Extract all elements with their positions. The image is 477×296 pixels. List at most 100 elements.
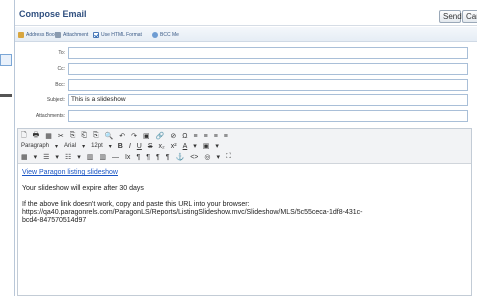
fullscreen-icon[interactable]: ⛶ [226, 153, 231, 161]
dialog-titlebar: Compose Email Send Cancel [15, 0, 477, 26]
paperclip-icon [55, 32, 61, 38]
align-left-icon[interactable]: ≡ [194, 133, 198, 140]
attachment-button[interactable]: Attachment [55, 31, 88, 39]
find-icon[interactable]: 🔍 [105, 132, 114, 140]
address-book-icon [18, 32, 24, 38]
slideshow-url-line-1: https://qa40.paragonrels.com/ParagonLS/R… [22, 209, 363, 216]
show-blocks-icon[interactable]: ¶ [156, 154, 160, 161]
cc-field[interactable] [68, 63, 468, 75]
justify-icon[interactable]: ≡ [224, 133, 228, 140]
bcc-me-icon [152, 32, 158, 38]
to-field[interactable] [68, 47, 468, 59]
font-size-select[interactable]: 12pt [91, 143, 103, 149]
anchor-icon[interactable]: ⚓ [176, 153, 185, 161]
address-book-label: Address Book [26, 32, 58, 38]
subject-row: Subject: This is a slideshow [15, 94, 477, 106]
cut-icon[interactable]: ✂ [58, 132, 64, 140]
superscript-icon[interactable]: x² [171, 143, 177, 150]
unlink-icon[interactable]: ⊘ [170, 132, 176, 140]
align-center-icon[interactable]: ≡ [204, 133, 208, 140]
background-divider [0, 94, 12, 97]
emoticon-dropdown-icon[interactable]: ▾ [217, 153, 221, 161]
indent-icon[interactable]: ▥ [99, 153, 106, 161]
dialog-title: Compose Email [19, 9, 87, 19]
text-color-dropdown-icon[interactable]: ▾ [193, 142, 197, 150]
preview-icon[interactable]: ▦ [45, 132, 52, 140]
clear-formatting-icon[interactable]: Ix [125, 154, 130, 161]
slideshow-link[interactable]: View Paragon listing slideshow [22, 169, 118, 176]
numbered-list-icon[interactable]: ☷ [65, 153, 71, 161]
toolbar-row-1: 🗋 🖶 ▦ ✂ ⎘ ⎗ ⎘ 🔍 ↶ ↷ ▣ 🔗 ⊘ Ω ≡ ≡ ≡ ≡ [21, 131, 234, 141]
editor-body[interactable]: View Paragon listing slideshow Your slid… [22, 169, 467, 225]
bold-icon[interactable]: B [118, 143, 123, 150]
strikethrough-icon[interactable]: S [148, 143, 153, 150]
slideshow-url-line-2: bcd4-847570514d97 [22, 217, 87, 224]
bullet-list-icon[interactable]: ☰ [43, 153, 49, 161]
source-code-icon[interactable]: <> [190, 154, 198, 161]
outdent-icon[interactable]: ▥ [87, 153, 94, 161]
options-bar: Address Book Attachment Use HTML Format … [15, 27, 477, 42]
toolbar-row-3: ▦ ▾ ☰ ▾ ☷ ▾ ▥ ▥ — Ix ¶ ¶ ¶ ¶ ⚓ <> ◎ ▾ ⛶ [21, 152, 237, 162]
bullet-list-dropdown-icon[interactable]: ▾ [55, 153, 59, 161]
paste-icon[interactable]: ⎗ [81, 132, 87, 140]
paragraph-select[interactable]: Paragraph [21, 143, 49, 149]
bcc-me-button[interactable]: BCC Me [152, 31, 179, 39]
attachments-label: Attachments: [35, 113, 65, 119]
toolbar-row-2: Paragraph ▾ Arial ▾ 12pt ▾ B I U S x₂ x²… [21, 141, 225, 151]
image-icon[interactable]: ▣ [143, 132, 150, 140]
cc-row: Cc: [15, 63, 477, 75]
horizontal-rule-icon[interactable]: — [112, 154, 119, 161]
subscript-icon[interactable]: x₂ [159, 143, 165, 150]
paragraph-dropdown-icon[interactable]: ▾ [55, 143, 58, 150]
background-page [0, 0, 14, 296]
link-icon[interactable]: 🔗 [156, 132, 165, 140]
highlight-color-icon[interactable]: ▣ [203, 142, 210, 150]
bcc-field[interactable] [68, 79, 468, 91]
undo-icon[interactable]: ↶ [119, 132, 125, 140]
table-icon[interactable]: ▦ [21, 153, 28, 161]
expire-notice: Your slideshow will expire after 30 days [22, 185, 144, 192]
html-format-checkbox[interactable]: Use HTML Format [93, 31, 142, 39]
cancel-button[interactable]: Cancel [462, 10, 477, 23]
attachments-row: Attachments: [15, 110, 477, 122]
copy-icon[interactable]: ⎘ [70, 132, 76, 140]
compose-email-dialog: Compose Email Send Cancel Address Book A… [14, 0, 477, 296]
to-row: To: [15, 47, 477, 59]
highlight-dropdown-icon[interactable]: ▾ [215, 142, 219, 150]
paragraph-rtl-icon[interactable]: ¶ [146, 154, 150, 161]
redo-icon[interactable]: ↷ [131, 132, 137, 140]
text-color-icon[interactable]: A [183, 143, 188, 150]
emoticon-icon[interactable]: ◎ [204, 153, 210, 161]
html-format-label: Use HTML Format [101, 32, 142, 38]
subject-label: Subject: [46, 97, 65, 103]
italic-icon[interactable]: I [129, 143, 131, 150]
send-button[interactable]: Send [439, 10, 462, 23]
address-book-button[interactable]: Address Book [18, 31, 57, 39]
font-size-dropdown-icon[interactable]: ▾ [109, 143, 112, 150]
to-label: To: [58, 50, 65, 56]
print-icon[interactable]: 🖶 [33, 131, 40, 142]
font-select[interactable]: Arial [64, 143, 76, 149]
rich-text-editor: 🗋 🖶 ▦ ✂ ⎘ ⎗ ⎘ 🔍 ↶ ↷ ▣ 🔗 ⊘ Ω ≡ ≡ ≡ ≡ Para… [17, 128, 472, 296]
attachments-field[interactable] [68, 110, 468, 122]
instruction-text: If the above link doesn't work, copy and… [22, 201, 250, 208]
special-character-icon[interactable]: Ω [182, 133, 187, 140]
checkbox-checked-icon [93, 32, 99, 38]
attachment-label: Attachment [63, 32, 89, 38]
table-dropdown-icon[interactable]: ▾ [34, 153, 38, 161]
paragraph-ltr-icon[interactable]: ¶ [136, 154, 140, 161]
bcc-me-label: BCC Me [160, 32, 179, 38]
bcc-row: Bcc: [15, 79, 477, 91]
new-document-icon[interactable]: 🗋 [21, 131, 27, 142]
editor-toolbar: 🗋 🖶 ▦ ✂ ⎘ ⎗ ⎘ 🔍 ↶ ↷ ▣ 🔗 ⊘ Ω ≡ ≡ ≡ ≡ Para… [18, 129, 471, 164]
underline-icon[interactable]: U [137, 143, 142, 150]
cc-label: Cc: [57, 66, 66, 72]
subject-field[interactable]: This is a slideshow [68, 94, 468, 106]
bcc-label: Bcc: [55, 82, 65, 88]
numbered-list-dropdown-icon[interactable]: ▾ [77, 153, 81, 161]
align-right-icon[interactable]: ≡ [214, 133, 218, 140]
background-tab [0, 54, 12, 66]
show-invisibles-icon[interactable]: ¶ [166, 154, 170, 161]
font-dropdown-icon[interactable]: ▾ [82, 143, 85, 150]
paste-text-icon[interactable]: ⎘ [93, 132, 99, 140]
